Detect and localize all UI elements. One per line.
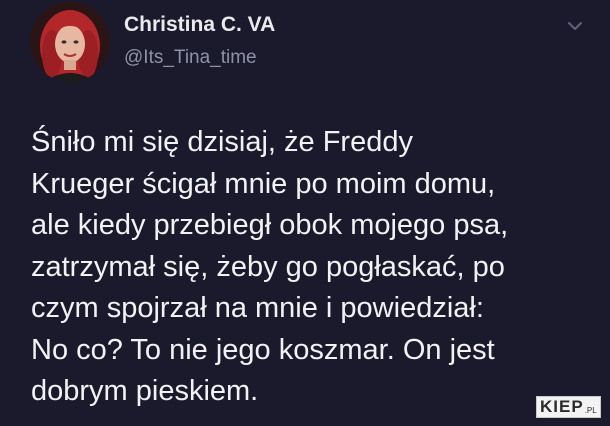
profile-photo-icon (30, 2, 110, 82)
watermark-main: KIEP (540, 397, 584, 416)
tweet-text-line: zatrzymał się, żeby go pogłaskać, po (31, 250, 505, 283)
tweet-text-line: czym spojrzał na mnie i powiedział: (31, 292, 484, 324)
tweet-text-line: Śniło mi się dzisiaj, że Freddy (31, 126, 413, 158)
author-info: Christina C. VA @Its_Tina_time (124, 12, 275, 70)
avatar[interactable] (30, 2, 110, 82)
tweet-text-line: No co? To nie jego koszmar. On jest (31, 333, 495, 366)
display-name[interactable]: Christina C. VA (124, 12, 275, 38)
tweet-card: Christina C. VA @Its_Tina_time Śniło mi … (0, 0, 610, 426)
user-handle[interactable]: @Its_Tina_time (124, 46, 275, 70)
tweet-text-line: ale kiedy przebiegł obok mojego psa, (31, 209, 509, 241)
watermark-sub: .PL (584, 406, 597, 415)
tweet-text: Śniło mi się dzisiaj, że Freddy Krueger … (31, 122, 601, 413)
tweet-text-line: Krueger ścigał mnie po moim domu, (31, 167, 496, 200)
tweet-text-line: dobrym pieskiem. (31, 375, 259, 407)
site-watermark: KIEP .PL (536, 396, 601, 418)
chevron-down-icon[interactable] (566, 20, 584, 32)
